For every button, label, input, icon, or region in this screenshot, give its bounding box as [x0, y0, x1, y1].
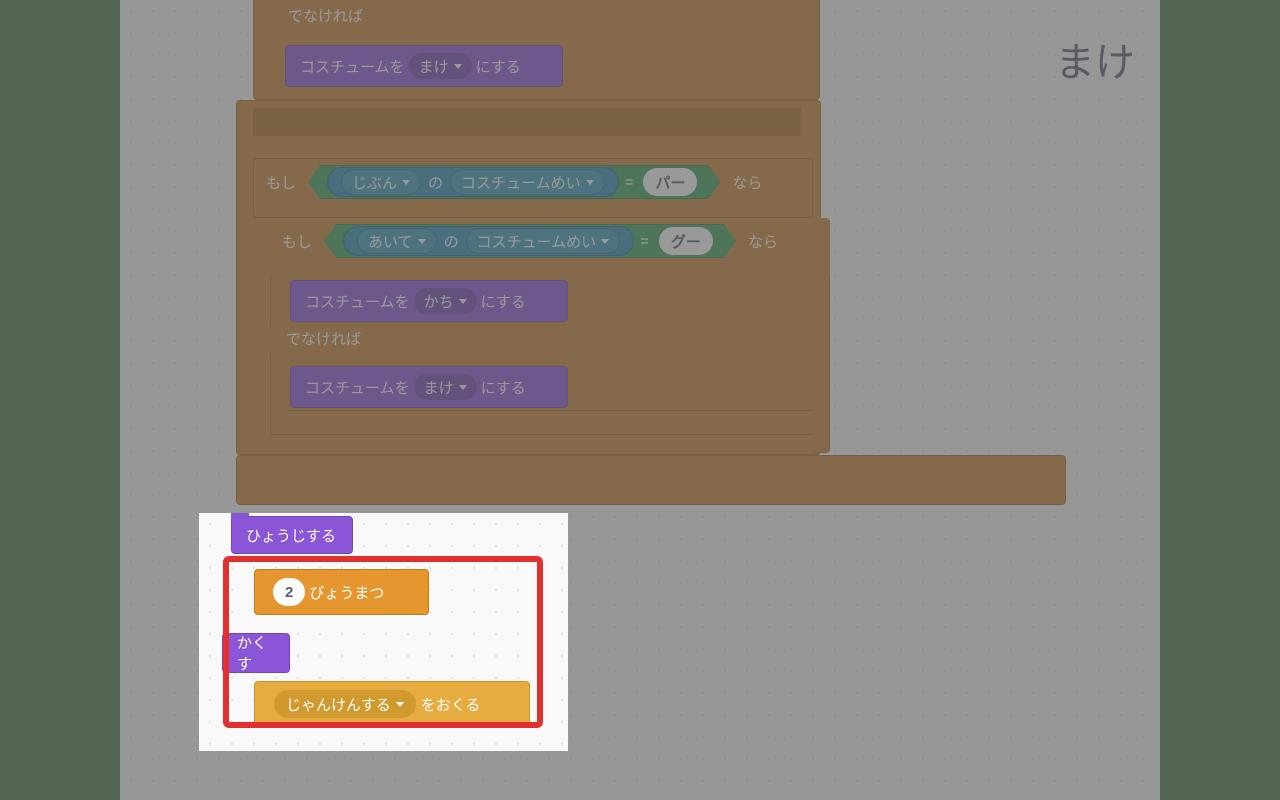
- outer-c-block-tail[interactable]: [236, 455, 1066, 505]
- set-costume-prefix-3: コスチュームを: [305, 377, 410, 398]
- text-input-guu[interactable]: グー: [659, 227, 713, 255]
- show-block[interactable]: ひょうじする: [231, 516, 353, 554]
- stage-title: まけ: [1055, 30, 1135, 88]
- sensing-reporter-aite[interactable]: あいて の コスチュームめい: [343, 226, 634, 256]
- equals-label-2: =: [640, 233, 649, 250]
- dropdown-label: じゃんけんする: [286, 694, 391, 715]
- costume-dropdown-make-1[interactable]: まけ: [409, 53, 472, 79]
- chevron-down-icon: [454, 64, 462, 69]
- chevron-down-icon: [459, 299, 467, 304]
- set-costume-block-make-1[interactable]: コスチュームを まけ にする: [285, 45, 563, 87]
- chevron-down-icon: [601, 239, 609, 244]
- set-costume-block-kachi[interactable]: コスチュームを かち にする: [290, 280, 568, 322]
- dropdown-label: あいて: [368, 231, 413, 252]
- if-label: もし: [266, 172, 296, 193]
- sensing-reporter-jibun[interactable]: じぶん の コスチュームめい: [327, 167, 619, 197]
- dropdown-label: じぶん: [352, 172, 397, 193]
- target-dropdown-jibun[interactable]: じぶん: [341, 169, 421, 195]
- text-input-paa[interactable]: パー: [643, 168, 697, 196]
- broadcast-message-dropdown[interactable]: じゃんけんする: [274, 690, 416, 718]
- if-block-jibun-paa[interactable]: もし じぶん の コスチュームめい = パー なら: [253, 158, 813, 218]
- equals-operator-1[interactable]: じぶん の コスチュームめい = パー: [308, 165, 720, 199]
- chevron-down-icon: [396, 702, 404, 707]
- property-dropdown-costume-2[interactable]: コスチュームめい: [466, 228, 621, 254]
- dropdown-label: まけ: [424, 377, 454, 398]
- wait-seconds-input[interactable]: 2: [273, 578, 305, 606]
- property-dropdown-costume-1[interactable]: コスチュームめい: [450, 169, 605, 195]
- equals-operator-2[interactable]: あいて の コスチュームめい = グー: [324, 224, 736, 258]
- broadcast-block[interactable]: じゃんけんする をおくる: [254, 681, 530, 727]
- else-branch-label-2: でなければ: [270, 324, 813, 352]
- set-costume-prefix: コスチュームを: [300, 56, 405, 77]
- broadcast-suffix-label: をおくる: [421, 694, 481, 715]
- then-label: なら: [732, 172, 762, 193]
- of-label: の: [428, 172, 443, 193]
- chevron-down-icon: [418, 239, 426, 244]
- dropdown-label: コスチュームめい: [477, 231, 597, 252]
- show-label: ひょうじする: [246, 525, 336, 546]
- then-label-2: なら: [748, 231, 778, 252]
- set-costume-suffix: にする: [476, 56, 521, 77]
- set-costume-prefix-2: コスチュームを: [305, 291, 410, 312]
- if-label-2: もし: [282, 231, 312, 252]
- costume-dropdown-make-2[interactable]: まけ: [414, 374, 477, 400]
- set-costume-block-make-2[interactable]: コスチュームを まけ にする: [290, 366, 568, 408]
- chevron-down-icon: [402, 180, 410, 185]
- hide-block[interactable]: かくす: [222, 633, 290, 673]
- of-label-2: の: [444, 231, 459, 252]
- chevron-down-icon: [459, 385, 467, 390]
- hide-label: かくす: [237, 632, 275, 674]
- equals-label: =: [625, 174, 634, 191]
- target-dropdown-aite[interactable]: あいて: [357, 228, 437, 254]
- dropdown-label: コスチュームめい: [461, 172, 581, 193]
- set-costume-suffix-3: にする: [481, 377, 526, 398]
- dropdown-label: かち: [424, 291, 454, 312]
- wait-block[interactable]: 2 びょうまつ: [254, 569, 429, 615]
- chevron-down-icon: [586, 180, 594, 185]
- if-header-aite-guu: もし あいて の コスチュームめい = グー なら: [270, 218, 830, 278]
- costume-dropdown-kachi[interactable]: かち: [414, 288, 477, 314]
- dropdown-label: まけ: [419, 56, 449, 77]
- else-bar: でなければ: [270, 324, 813, 354]
- set-costume-suffix-2: にする: [481, 291, 526, 312]
- tutorial-highlight-panel: ひょうじする 2 びょうまつ かくす じゃんけんする をおくる: [199, 513, 568, 751]
- else-branch-label: でなければ: [272, 1, 812, 29]
- wait-suffix-label: びょうまつ: [309, 582, 384, 603]
